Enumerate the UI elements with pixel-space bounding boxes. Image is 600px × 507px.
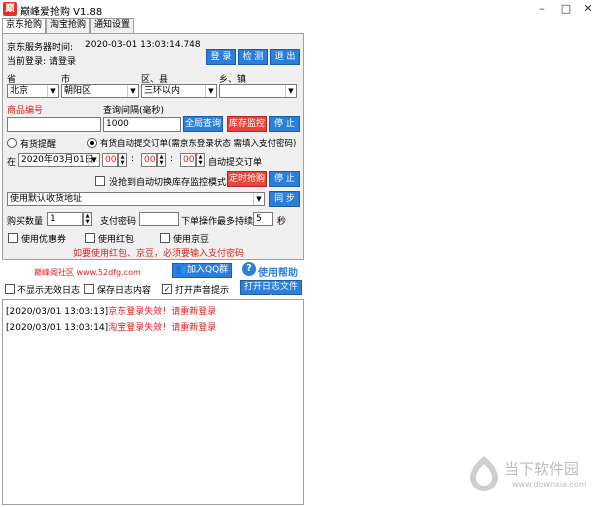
community-link[interactable]: 巅峰阁社区 www.52dfg.com [34,267,141,278]
jd-panel: 京东服务器时间: 2020-03-01 13:03:14.748 当前登录: 请… [2,33,304,260]
jd-bean-checkbox[interactable] [160,233,170,243]
minute-spinner[interactable]: ▲ ▼ [157,153,166,167]
server-time-value: 2020-03-01 13:03:14.748 [85,40,201,50]
tab-notify[interactable]: 通知设置 [90,18,134,33]
server-time-label: 京东服务器时间: [7,43,74,53]
second-spinner[interactable]: ▲ ▼ [196,153,205,167]
time-colon: : [131,154,135,164]
sound-checkbox[interactable]: ✓ [162,284,172,294]
chevron-down-icon: ▼ [127,85,138,97]
no-useless-log-checkbox[interactable] [5,284,15,294]
stop-timed-button[interactable]: 停 止 [269,171,300,187]
city-select[interactable]: 朝阳区 ▼ [61,84,139,98]
qty-input[interactable]: 1 [47,212,83,226]
minute-input[interactable]: 00 [141,153,157,167]
watermark-brand: 当下软件园 [504,460,580,478]
maximize-icon[interactable]: □ [556,2,576,16]
qty-label: 购买数量 [7,217,44,227]
watermark-url: www.downxia.com [512,480,587,489]
timed-buy-button[interactable]: 定时抢购 [227,171,267,187]
payment-note: 如要使用红包、京豆，必须要输入支付密码 [73,249,245,259]
qq-icon: 👥 [175,265,188,275]
save-log-label: 保存日志内容 [97,286,152,296]
coupon-label: 使用优惠券 [21,235,67,245]
qty-spinner[interactable]: ▲ ▼ [83,212,92,226]
logout-button[interactable]: 退 出 [270,49,300,65]
no-useless-log-label: 不显示无效日志 [17,286,81,296]
sound-label: 打开声音提示 [175,286,230,296]
second-input[interactable]: 00 [180,153,196,167]
coupon-checkbox[interactable] [8,233,18,243]
help-link[interactable]: 使用帮助 [258,264,298,279]
log-area[interactable]: [2020/03/01 13:03:13]京东登录失效！请重新登录 [2020/… [2,299,304,505]
stock-monitor-button[interactable]: 库存监控 [227,116,267,132]
help-icon[interactable]: ? [242,262,256,276]
hour-spinner[interactable]: ▲ ▼ [118,153,127,167]
close-icon[interactable]: ✕ [578,2,598,16]
town-select[interactable]: ▼ [219,84,297,98]
red-packet-checkbox[interactable] [85,233,95,243]
address-select[interactable]: 使用默认收货地址 ▼ [7,192,265,206]
persist-unit: 秒 [277,217,287,227]
save-log-checkbox[interactable] [84,284,94,294]
tab-taobao[interactable]: 淘宝抢购 [46,18,90,33]
switch-mode-checkbox[interactable] [95,176,105,186]
chevron-down-icon: ▼ [285,85,296,97]
auto-submit-suffix: 自动提交订单 [208,158,263,168]
log-entry: [2020/03/01 13:03:14]淘宝登录失效！请重新登录 [6,323,217,333]
product-id-input[interactable] [7,117,101,132]
query-all-button[interactable]: 全局查询 [183,116,223,132]
login-status-label: 当前登录: [7,57,47,67]
qq-group-button[interactable]: 👥加入QQ群 [172,263,232,278]
app-icon: 巅 [3,2,17,16]
chevron-down-icon: ▼ [47,85,58,97]
time-colon: : [170,154,174,164]
interval-label: 查询间隔(毫秒) [103,106,165,116]
sync-button[interactable]: 同 步 [269,191,300,207]
pay-pwd-label: 支付密码 [100,217,137,227]
minimize-icon[interactable]: – [532,2,552,16]
chevron-down-icon: ▼ [253,193,264,205]
hour-input[interactable]: 00 [102,153,118,167]
persist-label: 下单操作最多持续 [181,217,254,227]
stock-remind-radio[interactable] [7,138,17,148]
province-select[interactable]: 北京 ▼ [7,84,59,98]
jd-bean-label: 使用京豆 [173,235,210,245]
product-id-label: 商品编号 [7,106,44,116]
at-label: 在 [7,158,17,168]
stock-remind-label: 有货提醒 [20,140,57,150]
log-entry: [2020/03/01 13:03:13]京东登录失效！请重新登录 [6,307,217,317]
check-button[interactable]: 检 测 [238,49,268,65]
tab-jd[interactable]: 京东抢购 [2,18,46,34]
date-picker[interactable]: 2020年03月01日 ▼ [18,153,100,167]
interval-input[interactable]: 1000 [103,117,181,132]
chevron-down-icon: ▼ [205,85,216,97]
login-button[interactable]: 登 录 [206,49,236,65]
watermark-logo-icon [468,454,500,492]
auto-submit-radio[interactable] [87,138,97,148]
district-select[interactable]: 三环以内 ▼ [141,84,217,98]
title-bar: 巅 巅峰爱抢购 V1.88 – □ ✕ [0,0,600,18]
stop-monitor-button[interactable]: 停 止 [269,116,300,132]
switch-mode-label: 没抢到自动切换库存监控模式 [109,178,227,188]
persist-input[interactable]: 5 [253,212,273,226]
open-log-folder-button[interactable]: 打开日志文件夹 [240,280,302,305]
red-packet-label: 使用红包 [98,235,135,245]
calendar-dropdown-icon: ▼ [88,154,99,166]
pay-pwd-input[interactable] [139,212,179,226]
window-title: 巅峰爱抢购 V1.88 [20,7,103,18]
auto-submit-label: 有货自动提交订单(需京东登录状态 需填入支付密码) [100,139,297,149]
login-status-value: 请登录 [49,57,77,67]
